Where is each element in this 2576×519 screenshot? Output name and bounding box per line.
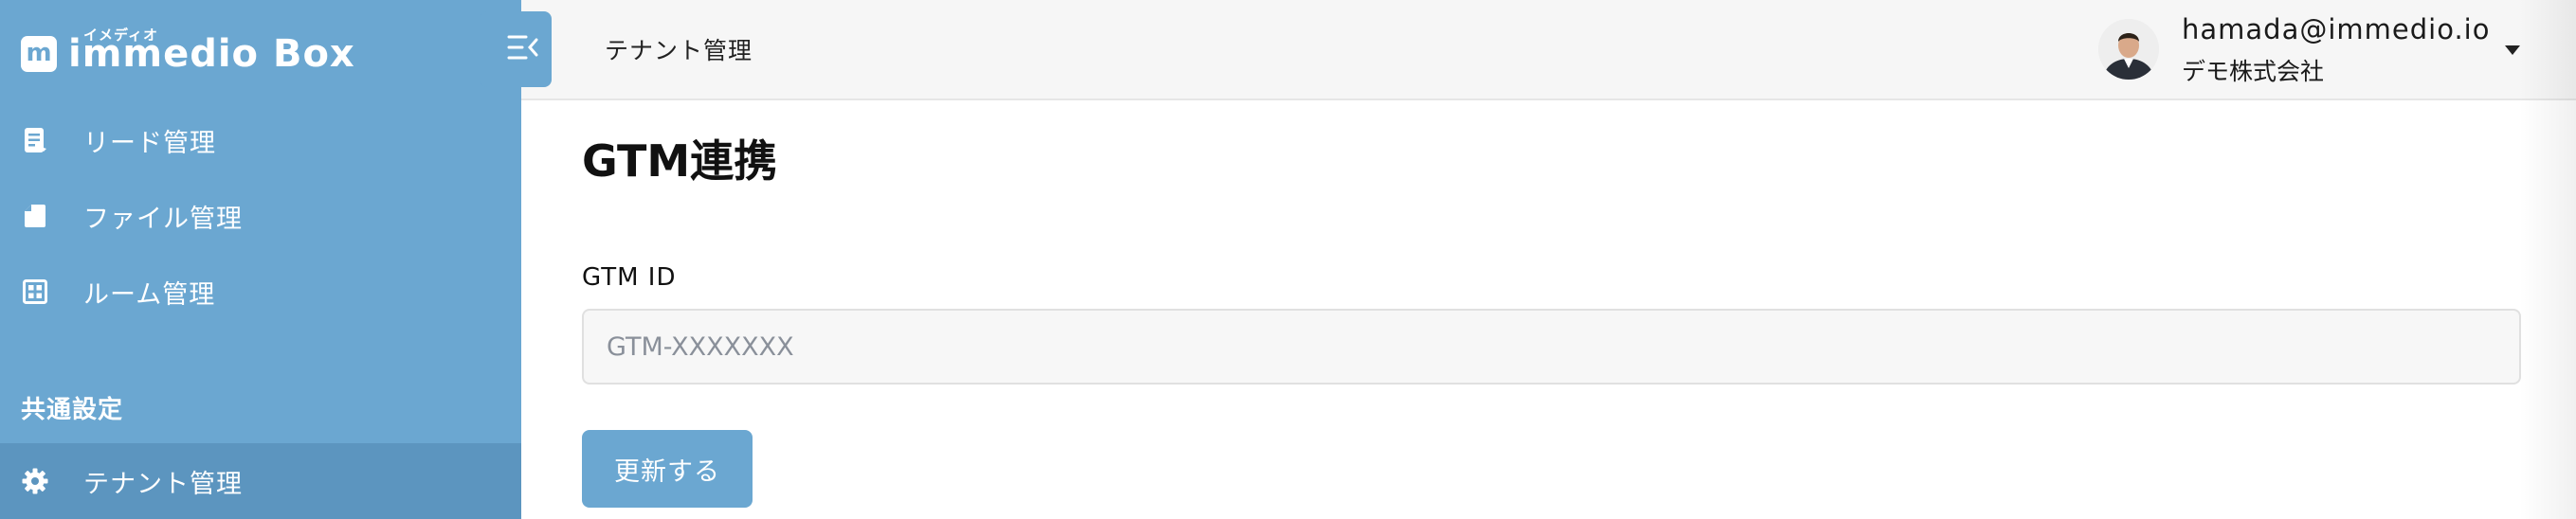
gtm-id-label: GTM ID [582, 263, 677, 292]
room-grid-icon [21, 277, 49, 306]
sidebar-item-tenant[interactable]: テナント管理 [0, 443, 521, 519]
sidebar-item-label: ルーム管理 [83, 279, 216, 310]
user-company: デモ株式会社 [2182, 58, 2325, 85]
sidebar: m イメディオ immedio Box リード管理 ファイル管理 ルーム管理 共… [0, 0, 521, 519]
sidebar-collapse-button[interactable] [480, 11, 552, 87]
gear-icon [21, 467, 49, 495]
user-email: hamada@immedio.io [2182, 13, 2491, 45]
main-content: GTM連携 GTM ID 更新する [521, 102, 2576, 519]
app-logo[interactable]: m イメディオ immedio Box [21, 21, 355, 78]
file-icon [21, 202, 49, 230]
logo-mark-icon: m [21, 36, 57, 72]
sidebar-item-rooms[interactable]: ルーム管理 [0, 254, 521, 330]
update-button[interactable]: 更新する [582, 430, 753, 508]
caret-down-icon [2504, 42, 2521, 60]
sidebar-section-common-settings: 共通設定 [21, 396, 124, 424]
page-title: GTM連携 [582, 135, 778, 187]
collapse-sidebar-icon [507, 33, 539, 65]
gtm-id-input[interactable] [582, 309, 2521, 385]
lead-document-icon [21, 126, 49, 154]
sidebar-item-files[interactable]: ファイル管理 [0, 178, 521, 254]
breadcrumb: テナント管理 [605, 37, 753, 64]
logo-wordmark: イメディオ immedio Box [68, 27, 355, 78]
user-menu-dropdown[interactable] [2498, 38, 2527, 63]
sidebar-item-leads[interactable]: リード管理 [0, 102, 521, 178]
sidebar-item-label: リード管理 [83, 128, 216, 158]
top-header: テナント管理 hamada@immedio.io デモ株式会社 [521, 0, 2576, 100]
sidebar-item-label: ファイル管理 [83, 204, 243, 234]
logo-kana: イメディオ [83, 27, 158, 44]
user-avatar[interactable] [2098, 19, 2159, 80]
sidebar-item-label: テナント管理 [83, 469, 243, 499]
